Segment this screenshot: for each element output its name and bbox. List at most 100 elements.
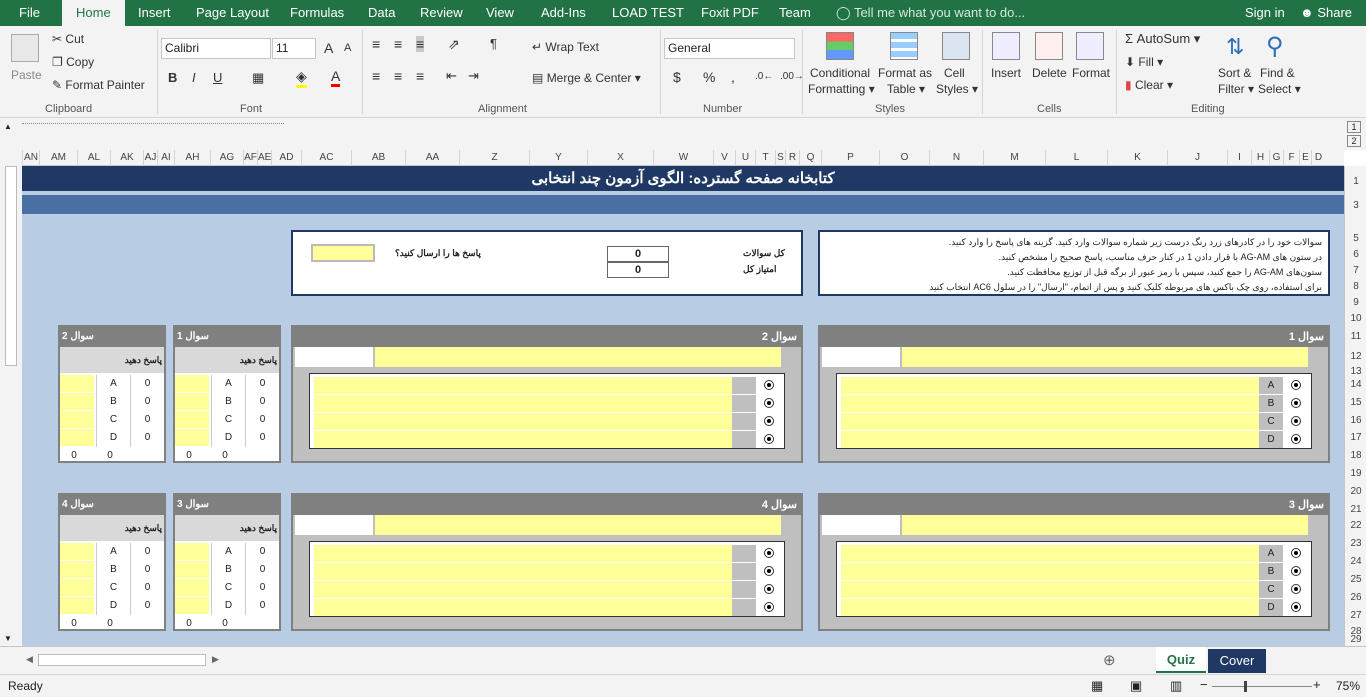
answer-radio[interactable] <box>764 602 774 612</box>
tab-add-ins[interactable]: Add-Ins <box>541 0 586 26</box>
sign-in-link[interactable]: Sign in <box>1245 0 1285 26</box>
row-header[interactable]: 20 <box>1345 486 1366 497</box>
row-header[interactable]: 25 <box>1345 574 1366 585</box>
row-header[interactable]: 11 <box>1345 331 1366 342</box>
column-header[interactable]: X <box>587 150 653 166</box>
shrink-font-icon[interactable]: A <box>344 42 351 54</box>
question-aux-cell[interactable] <box>822 515 900 535</box>
answer-input[interactable] <box>841 413 1259 430</box>
share-button[interactable]: ☻ Share <box>1300 0 1352 26</box>
column-header[interactable]: AK <box>110 150 143 166</box>
scroll-right-icon[interactable]: ▶ <box>212 654 219 665</box>
answer-input[interactable] <box>314 599 732 616</box>
row-header[interactable]: 7 <box>1345 265 1366 276</box>
align-bottom-icon[interactable]: ≡ <box>416 36 425 52</box>
column-header[interactable]: G <box>1269 150 1283 166</box>
find-select-button[interactable]: Find & <box>1260 66 1295 80</box>
outline-level-1[interactable]: 1 <box>1347 121 1361 133</box>
page-layout-view-icon[interactable]: ▣ <box>1130 678 1142 694</box>
answer-key-input[interactable] <box>175 561 209 578</box>
answer-input[interactable] <box>841 563 1259 580</box>
column-header[interactable]: F <box>1283 150 1299 166</box>
tab-view[interactable]: View <box>486 0 514 26</box>
percent-button[interactable]: % <box>703 69 715 85</box>
scroll-down-icon[interactable]: ▼ <box>4 634 12 643</box>
column-header[interactable]: N <box>929 150 983 166</box>
question-input[interactable] <box>375 347 781 367</box>
answer-input[interactable] <box>314 431 732 448</box>
column-header[interactable]: Y <box>529 150 587 166</box>
answer-radio[interactable] <box>764 434 774 444</box>
zoom-thumb[interactable] <box>1244 681 1247 692</box>
column-header[interactable]: T <box>755 150 775 166</box>
column-header[interactable]: J <box>1167 150 1227 166</box>
decrease-indent-icon[interactable]: ⇤ <box>446 68 457 84</box>
answer-key-input[interactable] <box>60 429 94 446</box>
answer-radio[interactable] <box>764 398 774 408</box>
wrap-text-button[interactable]: ↵ Wrap Text <box>532 40 599 54</box>
conditional-formatting-button[interactable]: Conditional <box>810 66 870 80</box>
align-center-icon[interactable]: ≡ <box>394 68 402 84</box>
answer-key-input[interactable] <box>60 561 94 578</box>
column-header[interactable]: S <box>775 150 785 166</box>
answer-radio[interactable] <box>764 584 774 594</box>
row-header[interactable]: 14 <box>1345 379 1366 390</box>
answer-input[interactable] <box>314 563 732 580</box>
row-header[interactable]: 1 <box>1345 176 1366 187</box>
column-header[interactable]: R <box>785 150 799 166</box>
column-header[interactable]: AA <box>405 150 459 166</box>
scroll-left-icon[interactable]: ◀ <box>26 654 33 665</box>
column-header[interactable]: U <box>735 150 755 166</box>
column-header[interactable]: Z <box>459 150 529 166</box>
answer-radio[interactable] <box>1291 548 1301 558</box>
paste-button[interactable]: Paste <box>11 68 42 82</box>
answer-input[interactable] <box>314 377 732 394</box>
align-right-icon[interactable]: ≡ <box>416 68 424 84</box>
row-header[interactable]: 17 <box>1345 432 1366 443</box>
column-header[interactable]: P <box>821 150 879 166</box>
column-header[interactable]: AN <box>22 150 39 166</box>
format-cells-button[interactable]: Format <box>1072 66 1110 80</box>
row-header[interactable]: 16 <box>1345 415 1366 426</box>
scroll-up-icon[interactable]: ▲ <box>4 122 12 131</box>
row-header[interactable]: 24 <box>1345 556 1366 567</box>
tab-insert[interactable]: Insert <box>138 0 171 26</box>
sheet-tab-cover[interactable]: Cover <box>1208 649 1266 673</box>
sort-filter-button[interactable]: Sort & <box>1218 66 1251 80</box>
autosum-button[interactable]: Σ AutoSum ▾ <box>1125 31 1200 47</box>
answer-radio[interactable] <box>1291 416 1301 426</box>
row-header[interactable]: 27 <box>1345 610 1366 621</box>
answer-input[interactable] <box>314 395 732 412</box>
answer-input[interactable] <box>841 545 1259 562</box>
row-header[interactable]: 5 <box>1345 233 1366 244</box>
answer-input[interactable] <box>841 599 1259 616</box>
rtl-icon[interactable]: ¶ <box>490 36 497 51</box>
answer-input[interactable] <box>841 431 1259 448</box>
answer-key-input[interactable] <box>60 597 94 614</box>
row-header[interactable]: 15 <box>1345 397 1366 408</box>
row-header[interactable]: 18 <box>1345 450 1366 461</box>
column-header[interactable]: AG <box>210 150 243 166</box>
submit-input[interactable] <box>311 244 375 262</box>
sheet-tab-quiz[interactable]: Quiz <box>1156 647 1206 673</box>
answer-radio[interactable] <box>1291 602 1301 612</box>
answer-input[interactable] <box>314 545 732 562</box>
tab-team[interactable]: Team <box>779 0 811 26</box>
column-header[interactable]: E <box>1299 150 1311 166</box>
orientation-icon[interactable]: ⇗ <box>448 36 460 53</box>
font-name-select[interactable]: Calibri <box>161 38 271 59</box>
scroll-thumb[interactable] <box>5 166 17 366</box>
answer-key-input[interactable] <box>175 393 209 410</box>
vertical-scrollbar[interactable]: ▲ ▼ <box>0 118 22 646</box>
answer-key-input[interactable] <box>175 597 209 614</box>
font-size-select[interactable]: 11 <box>272 38 316 59</box>
answer-radio[interactable] <box>1291 566 1301 576</box>
answer-input[interactable] <box>841 581 1259 598</box>
normal-view-icon[interactable]: ▦ <box>1091 678 1103 694</box>
zoom-level[interactable]: 75% <box>1336 679 1360 693</box>
answer-input[interactable] <box>314 413 732 430</box>
answer-radio[interactable] <box>764 380 774 390</box>
row-header[interactable]: 13 <box>1345 366 1366 377</box>
increase-indent-icon[interactable]: ⇥ <box>468 68 479 84</box>
answer-key-input[interactable] <box>60 411 94 428</box>
